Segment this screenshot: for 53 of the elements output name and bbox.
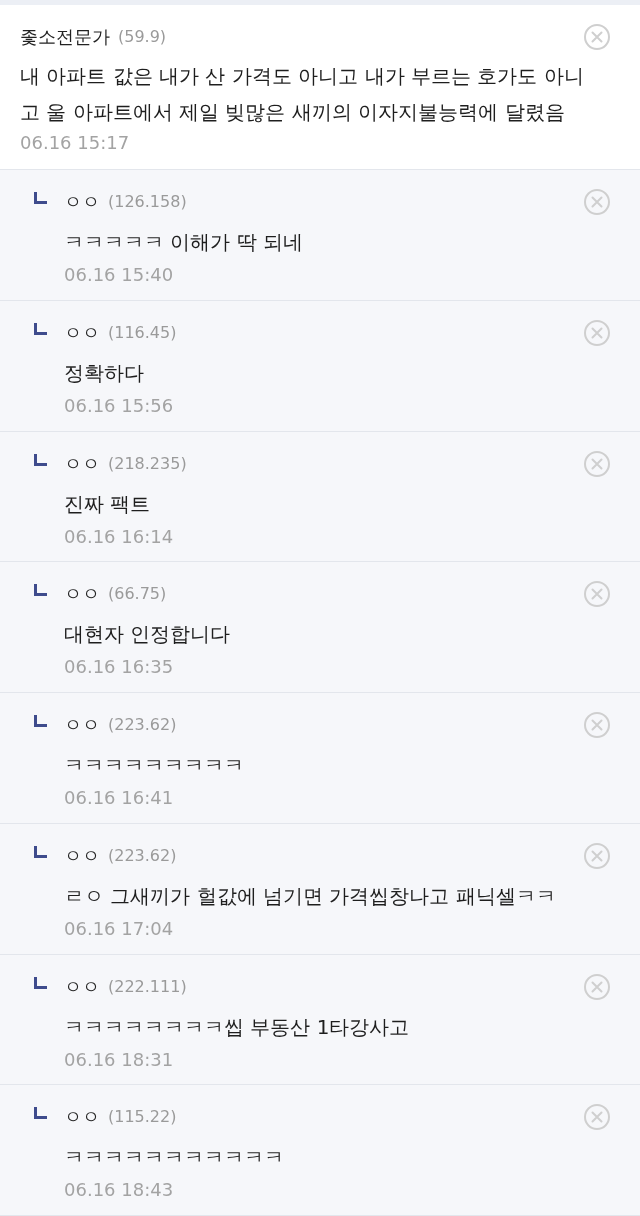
close-icon[interactable] [584,189,610,215]
close-icon[interactable] [584,450,610,477]
comment-text: ㅋㅋㅋㅋㅋㅋㅋㅋ씹 부동산 1타강사고 [64,1013,411,1041]
author-ip: (115.22) [108,1106,177,1129]
comment-text: ㅋㅋㅋㅋㅋ 이해가 딱 되네 [64,229,305,256]
comment-date: 06.16 18:31 [64,1047,175,1072]
comment-date: 06.16 15:56 [64,393,175,418]
comment-text: 정확하다 [64,359,145,387]
author-name: 좇소전문가 [20,25,110,49]
reply-corner-icon [34,715,47,727]
author-ip: (116.45) [108,321,177,344]
reply-corner-icon [34,192,47,204]
comment-text: 대현자 인정합니다 [64,621,232,649]
comment-date: 06.16 16:14 [64,524,175,549]
close-icon[interactable] [584,973,610,1000]
comment-text: ㅋㅋㅋㅋㅋㅋㅋㅋㅋㅋㅋ [64,1144,285,1172]
author-ip: (222.111) [108,975,187,998]
comment-date: 06.16 16:41 [64,786,175,810]
reply-corner-icon [34,322,47,335]
author-name: ㅇㅇ [64,582,100,607]
author-ip: (218.235) [108,452,187,475]
close-icon[interactable] [584,712,610,738]
reply-corner-icon [34,1107,47,1120]
author-ip: (66.75) [108,583,167,606]
comment-date: 06.16 18:43 [64,1178,175,1203]
close-icon[interactable] [584,319,610,346]
comment-date: 06.16 15:17 [20,131,131,155]
reply-corner-icon [34,845,47,858]
comment-date: 06.16 17:04 [64,916,175,941]
author-name: ㅇㅇ [64,1105,100,1130]
comment-text: 진짜 팩트 [64,490,152,518]
comment-text: ㅋㅋㅋㅋㅋㅋㅋㅋㅋ [64,752,245,779]
author-name: ㅇㅇ [64,974,100,999]
author-name: ㅇㅇ [64,320,100,345]
author-name: ㅇㅇ [64,190,100,214]
comment-date: 06.16 15:40 [64,263,175,287]
reply-corner-icon [34,453,47,466]
comment-date: 06.16 16:35 [64,655,175,680]
reply-corner-icon [34,976,47,989]
reply-corner-icon [34,584,47,597]
author-name: ㅇㅇ [64,843,100,868]
author-name: ㅇㅇ [64,713,100,737]
author-ip: (59.9) [118,26,167,48]
comment-text: 내 아파트 값은 내가 산 가격도 아니고 내가 부르는 호가도 아니고 울 아파트에서 제일 빚많은 새끼의 이자지불능력에 달렸음 [20,63,584,126]
close-icon[interactable] [584,24,610,50]
close-icon[interactable] [584,581,610,608]
author-ip: (223.62) [108,714,177,736]
close-icon[interactable] [584,842,610,869]
close-icon[interactable] [584,1104,610,1131]
author-ip: (126.158) [108,191,187,213]
comment-text: ㄹㅇ 그새끼가 헐값에 넘기면 가격씹창나고 패닉셀ㅋㅋ [64,882,557,910]
author-ip: (223.62) [108,844,177,867]
author-name: ㅇㅇ [64,451,100,476]
